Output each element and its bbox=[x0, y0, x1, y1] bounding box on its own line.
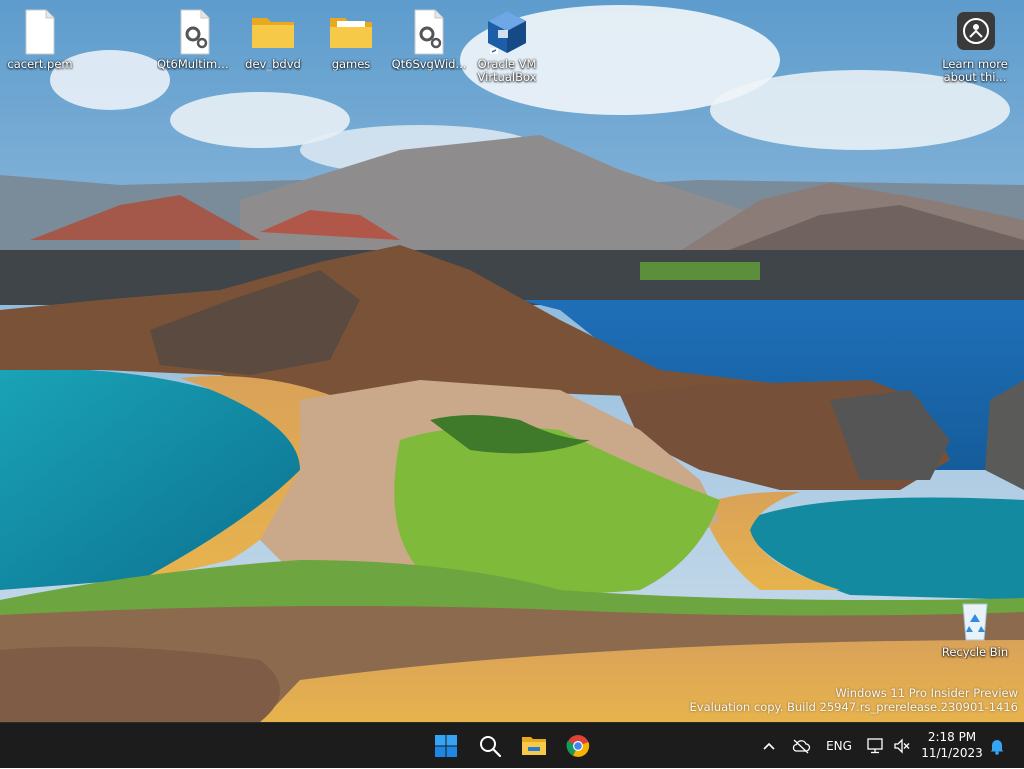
recycle-bin-icon bbox=[951, 596, 999, 644]
start-icon bbox=[435, 735, 457, 757]
search-button[interactable] bbox=[474, 730, 506, 762]
learn-more-icon bbox=[951, 8, 999, 56]
folder-icon bbox=[327, 8, 375, 56]
desktop-icon-qt6multimedia[interactable]: Qt6Multime... bbox=[157, 8, 233, 71]
settings-file-icon bbox=[405, 8, 453, 56]
desktop-icon-recycle-bin[interactable]: Recycle Bin bbox=[937, 596, 1013, 659]
desktop-icon-label: cacert.pem bbox=[7, 58, 73, 71]
notifications-button[interactable] bbox=[984, 723, 1010, 769]
taskbar: ENG 2:18 PM 11/1/2023 bbox=[0, 722, 1024, 768]
language-indicator: ENG bbox=[826, 739, 852, 753]
start-button[interactable] bbox=[430, 730, 462, 762]
input-language-button[interactable]: ENG bbox=[822, 723, 856, 769]
desktop-icon-cacert[interactable]: cacert.pem bbox=[2, 8, 78, 71]
chrome-icon bbox=[566, 735, 590, 757]
clock-date: 11/1/2023 bbox=[921, 746, 983, 760]
desktop-icon-label: Recycle Bin bbox=[941, 646, 1009, 659]
desktop-icon-label: Qt6SvgWid... bbox=[391, 58, 467, 71]
chrome-button[interactable] bbox=[562, 730, 594, 762]
network-status-button[interactable] bbox=[864, 723, 888, 769]
build-watermark: Windows 11 Pro Insider Preview Evaluatio… bbox=[690, 686, 1018, 714]
desktop-icon-learn-more[interactable]: Learn more about thi... bbox=[937, 8, 1013, 84]
watermark-edition: Windows 11 Pro Insider Preview bbox=[835, 686, 1018, 700]
desktop-icon-dev-bdvd[interactable]: dev_bdvd bbox=[235, 8, 311, 71]
desktop-icon-label: games bbox=[331, 58, 371, 71]
taskbar-clock[interactable]: 2:18 PM 11/1/2023 bbox=[920, 729, 984, 761]
file-explorer-button[interactable] bbox=[518, 730, 550, 762]
show-hidden-icons-button[interactable] bbox=[758, 723, 780, 769]
search-icon bbox=[480, 736, 502, 758]
monitor-network-icon bbox=[867, 738, 883, 754]
desktop-icon-qt6svgwidgets[interactable]: Qt6SvgWid... bbox=[391, 8, 467, 71]
clock-time: 2:18 PM bbox=[927, 730, 977, 744]
virtualbox-icon bbox=[483, 8, 531, 56]
desktop-icon-label: Learn more about thi... bbox=[942, 58, 1008, 84]
settings-file-icon bbox=[171, 8, 219, 56]
cloud-offline-icon bbox=[792, 739, 811, 754]
desktop-icon-virtualbox[interactable]: Oracle VM VirtualBox bbox=[469, 8, 545, 84]
desktop-icon-label: Oracle VM VirtualBox bbox=[477, 58, 537, 84]
desktop-wallpaper bbox=[0, 0, 1024, 722]
desktop-icon-label: Qt6Multime... bbox=[157, 58, 233, 71]
volume-muted-icon bbox=[894, 738, 910, 754]
desktop-icon-games[interactable]: games bbox=[313, 8, 389, 71]
chevron-up-icon bbox=[763, 742, 775, 750]
desktop-icon-label: dev_bdvd bbox=[245, 58, 301, 71]
watermark-build: Evaluation copy. Build 25947.rs_prerelea… bbox=[689, 700, 1018, 714]
network-tray-button[interactable] bbox=[788, 723, 814, 769]
bell-icon bbox=[990, 739, 1004, 755]
volume-button[interactable] bbox=[890, 723, 914, 769]
file-explorer-icon bbox=[522, 737, 546, 755]
file-icon bbox=[16, 8, 64, 56]
folder-icon bbox=[249, 8, 297, 56]
